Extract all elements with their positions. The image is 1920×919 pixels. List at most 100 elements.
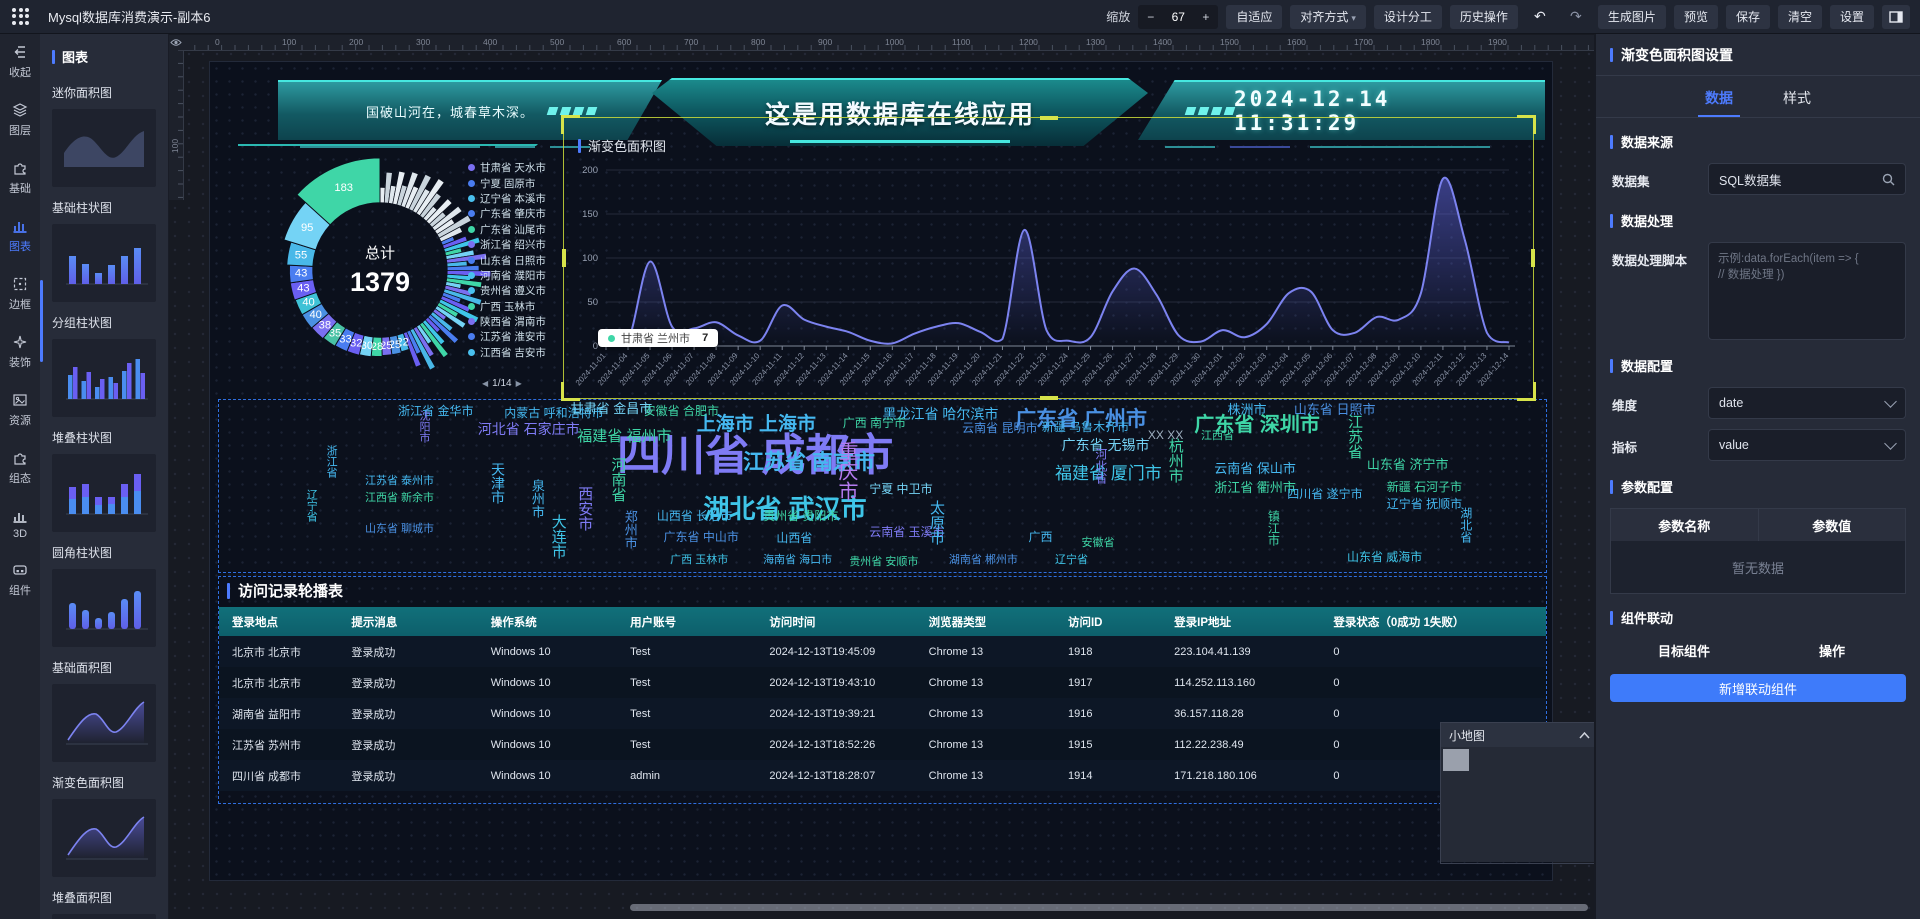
eye-icon[interactable] (168, 35, 183, 50)
cube-icon (12, 508, 28, 524)
panel-scroll-indicator[interactable] (40, 280, 43, 362)
donut-chart-component[interactable]: 222525283032333538404043435595183 总计 137… (230, 150, 560, 400)
chevron-down-icon (1884, 395, 1897, 408)
component-item-基础柱状图[interactable] (52, 224, 156, 302)
param-column-header: 参数值 (1759, 509, 1906, 541)
sidebar-item-3D[interactable]: 3D (0, 497, 40, 551)
dataset-select[interactable]: SQL数据集 (1708, 163, 1906, 195)
legend-item[interactable]: 江西省 吉安市 (468, 345, 560, 360)
dimension-select[interactable]: date (1708, 387, 1906, 419)
legend-item[interactable]: 贵州省 遵义市 (468, 283, 560, 298)
sidebar-item-图表[interactable]: 图表 (0, 207, 40, 265)
table-header-row: 登录地点提示消息操作系统用户账号访问时间浏览器类型访问ID登录IP地址登录状态（… (219, 607, 1546, 636)
svg-text:800: 800 (751, 37, 765, 47)
wordcloud-term: 河北省 石家庄市 (478, 422, 580, 436)
toolbar-action-3[interactable]: 清空 (1778, 5, 1822, 29)
settings-panel: 渐变色面积图设置 数据样式 数据来源 数据集 SQL数据集 数据处理 数据处理脚… (1594, 33, 1920, 919)
component-item-圆角柱状图[interactable] (52, 569, 156, 647)
component-item-分组柱状图[interactable] (52, 339, 156, 417)
component-item-渐变色面积图[interactable] (52, 799, 156, 877)
toolbar-action-4[interactable]: 设置 (1830, 5, 1874, 29)
table-row: 湖南省 益阳市登录成功Windows 10Test2024-12-13T19:3… (219, 698, 1546, 729)
wordcloud-term: 云南省 保山市 (1214, 462, 1296, 475)
toolbar-button-0[interactable]: 自适应 (1226, 5, 1282, 29)
svg-text:43: 43 (297, 283, 309, 295)
zoom-minus-button[interactable]: − (1138, 10, 1163, 24)
legend-pagination[interactable]: ◀ 1/14 ▶ (482, 378, 522, 389)
component-item-堆叠面积图[interactable] (52, 914, 156, 919)
wordcloud-term: 株洲市 (1228, 403, 1267, 416)
wordcloud-term: 山东省 聊城市 (365, 524, 434, 535)
legend-item[interactable]: 辽宁省 本溪市 (468, 191, 560, 206)
component-item-迷你面积图[interactable] (52, 109, 156, 187)
minimap-header[interactable]: 小地图 (1441, 723, 1598, 747)
minimap-viewport[interactable] (1443, 749, 1469, 771)
toolbar-action-2[interactable]: 保存 (1726, 5, 1770, 29)
settings-panel-title: 渐变色面积图设置 (1596, 33, 1920, 76)
legend-item[interactable]: 甘肃省 天水市 (468, 160, 560, 175)
zoom-value[interactable]: 67 (1163, 10, 1193, 24)
legend-item[interactable]: 山东省 日照市 (468, 252, 560, 267)
wordcloud-component[interactable]: 四川省 成都市湖北省 武汉市江苏省 南京市广东省 广州市广东省 深圳市上海市 上… (218, 399, 1547, 573)
wordcloud-term: 镇江市 (1267, 510, 1279, 546)
add-linkage-button[interactable]: 新增联动组件 (1610, 674, 1906, 702)
metric-select[interactable]: value (1708, 429, 1906, 461)
legend-item[interactable]: 广西 玉林市 (468, 299, 560, 314)
dimension-value: date (1719, 396, 1886, 410)
section-linkage: 组件联动 (1596, 594, 1920, 631)
settings-tab-数据[interactable]: 数据 (1705, 88, 1733, 117)
sidebar-item-资源[interactable]: 资源 (0, 381, 40, 439)
legend-page-indicator: 1/14 (492, 378, 511, 389)
sidebar-item-组态[interactable]: 组态 (0, 439, 40, 497)
sidebar-item-收起[interactable]: 收起 (0, 33, 40, 91)
svg-text:1100: 1100 (952, 37, 971, 47)
wordcloud-term: 江苏省 (1347, 414, 1362, 459)
sidebar-item-基础[interactable]: 基础 (0, 149, 40, 207)
table-column-header: 浏览器类型 (916, 614, 1055, 630)
wordcloud-term: 贵州省 贵阳市 (763, 510, 838, 522)
collapse-right-panel-icon[interactable] (1882, 5, 1910, 29)
legend-item[interactable]: 河南省 濮阳市 (468, 268, 560, 283)
sidebar-item-装饰[interactable]: 装饰 (0, 323, 40, 381)
puzzle-icon (12, 160, 28, 176)
table-row: 江苏省 苏州市登录成功Windows 10Test2024-12-13T18:5… (219, 729, 1546, 760)
toolbar-button-2[interactable]: 设计分工 (1374, 5, 1442, 29)
sidebar-item-组件[interactable]: 组件 (0, 551, 40, 609)
table-component[interactable]: 访问记录轮播表 登录地点提示消息操作系统用户账号访问时间浏览器类型访问ID登录I… (218, 576, 1547, 804)
line-chart-title: 渐变色面积图 (578, 136, 666, 155)
toolbar-action-0[interactable]: 生成图片 (1598, 5, 1666, 29)
sidebar-item-边框[interactable]: 边框 (0, 265, 40, 323)
component-item-堆叠柱状图[interactable] (52, 454, 156, 532)
wordcloud-term: 安徽省 合肥市 (644, 405, 719, 417)
legend-item[interactable]: 广东省 汕尾市 (468, 222, 560, 237)
linkage-column-header: 操作 (1758, 641, 1906, 660)
svg-text:600: 600 (617, 37, 631, 47)
horizontal-scrollbar[interactable] (630, 904, 1588, 911)
wordcloud-term: 广西 (1028, 531, 1052, 543)
toolbar-button-1[interactable]: 对齐方式▾ (1290, 5, 1366, 29)
legend-item[interactable]: 陕西省 渭南市 (468, 314, 560, 329)
svg-text:50: 50 (587, 297, 598, 308)
sidebar-item-图层[interactable]: 图层 (0, 91, 40, 149)
legend-item[interactable]: 宁夏 固原市 (468, 175, 560, 190)
legend-item[interactable]: 浙江省 绍兴市 (468, 237, 560, 252)
toolbar-action-1[interactable]: 预览 (1674, 5, 1718, 29)
gradient-area-chart[interactable]: 0501001502002024-11-012024-11-042024-11-… (564, 158, 1529, 396)
toolbar-button-3[interactable]: 历史操作 (1450, 5, 1518, 29)
svg-text:1000: 1000 (885, 37, 904, 47)
gradient-area-chart-component[interactable]: 渐变色面积图 0501001502002024-11-012024-11-042… (563, 117, 1534, 399)
wordcloud-term: 山西省 长治市 (657, 510, 732, 522)
redo-icon[interactable]: ↷ (1562, 8, 1590, 25)
apps-grid-icon[interactable] (12, 8, 30, 26)
undo-icon[interactable]: ↶ (1526, 8, 1554, 25)
donut-total-value: 1379 (320, 267, 440, 298)
legend-item[interactable]: 广东省 肇庆市 (468, 206, 560, 221)
component-item-基础面积图[interactable] (52, 684, 156, 762)
minimap-body[interactable] (1441, 747, 1598, 862)
wordcloud-term: 宁夏 中卫市 (869, 483, 932, 495)
zoom-plus-button[interactable]: + (1193, 10, 1218, 24)
legend-item[interactable]: 江苏省 淮安市 (468, 329, 560, 344)
settings-tab-样式[interactable]: 样式 (1783, 88, 1811, 117)
section-data-process: 数据处理 (1596, 197, 1920, 234)
data-process-script-input[interactable] (1708, 242, 1906, 340)
